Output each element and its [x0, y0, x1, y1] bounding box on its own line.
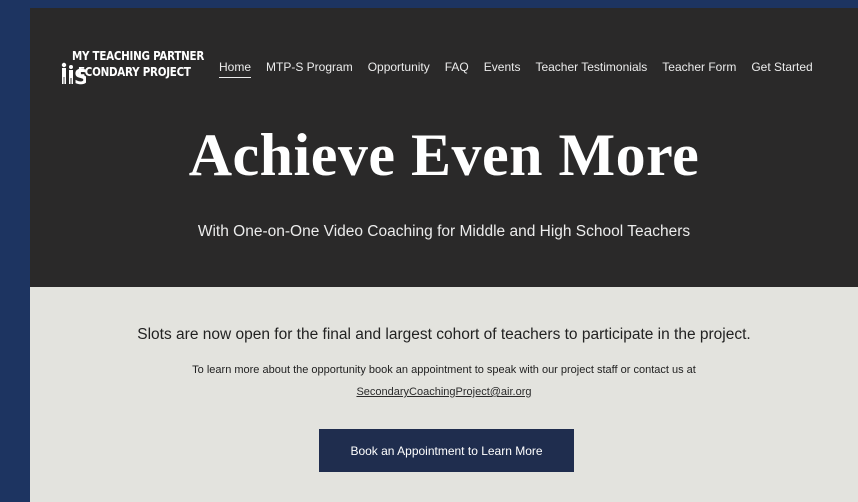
nav-faq[interactable]: FAQ [445, 60, 469, 78]
main-navigation: Home MTP-S Program Opportunity FAQ Event… [219, 60, 813, 78]
logo-text-line2: ECONDARY PROJECT [78, 65, 191, 79]
nav-get-started[interactable]: Get Started [751, 60, 812, 78]
announcement-info: To learn more about the opportunity book… [192, 364, 696, 376]
logo-text-line1: MY TEACHING PARTNER [72, 49, 205, 63]
website-frame: MY TEACHING PARTNER S ECONDARY PROJECT H… [30, 8, 858, 502]
book-appointment-button[interactable]: Book an Appointment to Learn More [319, 429, 574, 472]
announcement-lead: Slots are now open for the final and lar… [137, 326, 751, 343]
contact-email-link[interactable]: SecondaryCoachingProject@air.org [356, 386, 531, 398]
nav-mtp-s-program[interactable]: MTP-S Program [266, 60, 353, 78]
announcement-section: Slots are now open for the final and lar… [30, 287, 858, 502]
nav-teacher-testimonials[interactable]: Teacher Testimonials [535, 60, 647, 78]
nav-home[interactable]: Home [219, 60, 252, 78]
nav-opportunity[interactable]: Opportunity [368, 60, 430, 78]
hero-subhead: With One-on-One Video Coaching for Middl… [197, 223, 691, 240]
email-line: SecondaryCoachingProject@air.org [30, 385, 858, 399]
nav-events[interactable]: Events [484, 60, 521, 78]
site-logo[interactable]: MY TEACHING PARTNER S ECONDARY PROJECT [60, 49, 204, 85]
hero-headline: Achieve Even More [188, 122, 700, 188]
nav-teacher-form[interactable]: Teacher Form [662, 60, 736, 78]
hero-section: MY TEACHING PARTNER S ECONDARY PROJECT H… [30, 8, 858, 287]
